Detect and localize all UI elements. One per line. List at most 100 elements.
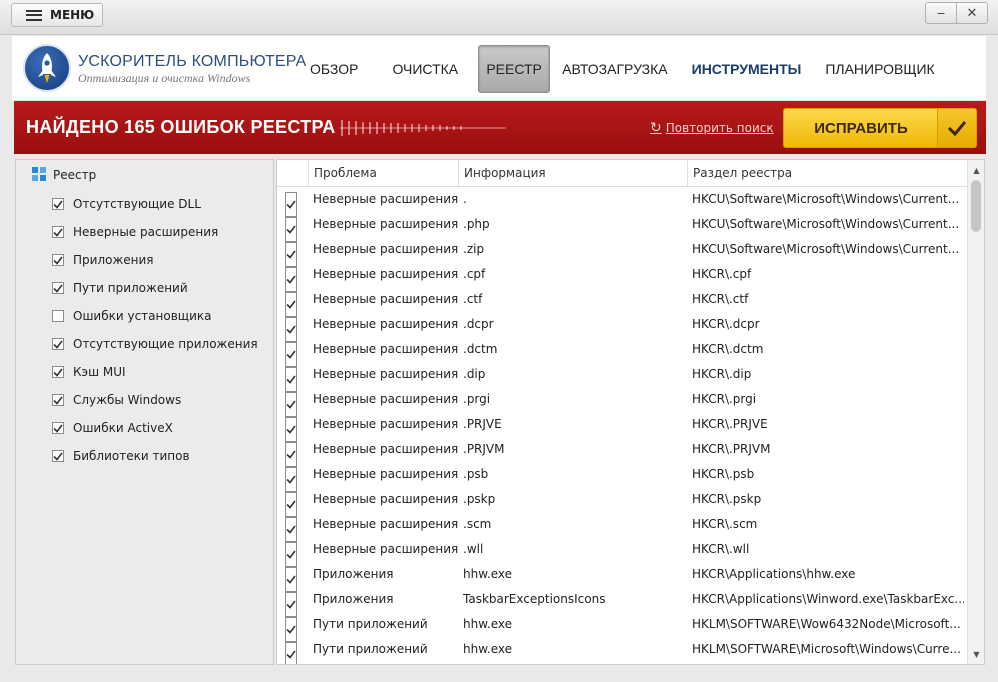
category-label: Кэш MUI: [73, 365, 126, 379]
table-row[interactable]: Неверные расширения .dctm HKCR\.dctm: [277, 336, 967, 367]
fix-button[interactable]: ИСПРАВИТЬ: [783, 108, 977, 148]
cell-registry-key: HKLM\SOFTWARE\Microsoft\Windows\Curre...: [692, 641, 961, 656]
table-row[interactable]: Неверные расширения .pskp HKCR\.pskp: [277, 486, 967, 517]
checkbox-unchecked[interactable]: [52, 310, 64, 322]
cell-problem: Приложения: [313, 591, 394, 606]
tree-root-registry[interactable]: Реестр: [32, 167, 96, 182]
category-item[interactable]: Кэш MUI: [52, 358, 258, 386]
table-row[interactable]: Приложения hhw.exe HKCR\Applications\hhw.e…: [277, 561, 967, 592]
table-row[interactable]: Приложения TaskbarExceptionsIcons HKCR\App…: [277, 586, 967, 617]
table-row[interactable]: Пути приложений hhw.exe HKLM\SOFTWARE\Micr…: [277, 636, 967, 664]
close-button[interactable]: ✕: [956, 3, 987, 23]
column-checkbox-header: [277, 160, 308, 186]
cell-registry-key: HKCU\Software\Microsoft\Windows\Current.…: [692, 241, 960, 256]
category-item[interactable]: Службы Windows: [52, 386, 258, 414]
category-label: Ошибки установщика: [73, 309, 212, 323]
category-label: Отсутствующие DLL: [73, 197, 201, 211]
checkbox-checked[interactable]: [52, 366, 64, 378]
table-row[interactable]: Неверные расширения .prgi HKCR\.prgi: [277, 386, 967, 417]
cell-info: .PRJVE: [463, 416, 502, 431]
category-item[interactable]: Отсутствующие приложения: [52, 330, 258, 358]
checkbox-checked[interactable]: [52, 422, 64, 434]
cell-info: .php: [463, 216, 490, 231]
table-row[interactable]: Неверные расширения .scm HKCR\.scm: [277, 511, 967, 542]
tab-registry[interactable]: РЕЕСТР: [478, 45, 551, 93]
table-row[interactable]: Неверные расширения .php HKCU\Software\Mic…: [277, 211, 967, 242]
table-row[interactable]: Неверные расширения .PRJVE HKCR\.PRJVE: [277, 411, 967, 442]
retry-scan-link[interactable]: ↻ Повторить поиск: [650, 120, 774, 136]
app-header: УСКОРИТЕЛЬ КОМПЬЮТЕРА Оптимизация и очис…: [12, 36, 986, 100]
table-header: Проблема Информация Раздел реестра: [277, 160, 967, 187]
checkbox-checked[interactable]: [52, 254, 64, 266]
column-header-problem[interactable]: Проблема: [308, 160, 458, 186]
cell-info: .dcpr: [463, 316, 494, 331]
cell-problem: Неверные расширения: [313, 466, 458, 481]
table-scrollbar[interactable]: ▲ ▼: [967, 160, 984, 664]
category-item[interactable]: Пути приложений: [52, 274, 258, 302]
cell-problem: Неверные расширения: [313, 291, 458, 306]
category-list: Отсутствующие DLL Неверные расширения Прил…: [52, 190, 258, 470]
cell-problem: Неверные расширения: [313, 516, 458, 531]
category-item[interactable]: Ошибки установщика: [52, 302, 258, 330]
table-row[interactable]: Неверные расширения .cpf HKCR\.cpf: [277, 261, 967, 292]
cell-registry-key: HKCR\.scm: [692, 516, 758, 531]
scroll-down-arrow-icon[interactable]: ▼: [968, 646, 984, 662]
minimize-button[interactable]: ‒: [926, 3, 956, 23]
category-label: Отсутствующие приложения: [73, 337, 258, 351]
category-item[interactable]: Приложения: [52, 246, 258, 274]
table-row[interactable]: Неверные расширения .dip HKCR\.dip: [277, 361, 967, 392]
column-header-info[interactable]: Информация: [458, 160, 687, 186]
tab-cleanup[interactable]: ОЧИСТКА: [380, 45, 470, 93]
cell-registry-key: HKCR\.prgi: [692, 391, 757, 406]
cell-info: .pskp: [463, 491, 496, 506]
tab-overview[interactable]: ОБЗОР: [298, 45, 370, 93]
row-checkbox-checked[interactable]: [285, 642, 297, 664]
errors-found-title: НАЙДЕНО 165 ОШИБОК РЕЕСТРА: [26, 117, 336, 137]
scroll-up-arrow-icon[interactable]: ▲: [968, 162, 984, 178]
table-row[interactable]: Неверные расширения .psb HKCR\.psb: [277, 461, 967, 492]
cell-registry-key: HKCR\.PRJVE: [692, 416, 768, 431]
cell-registry-key: HKCR\.wll: [692, 541, 750, 556]
tab-autostart[interactable]: АВТОЗАГРУЗКА: [550, 45, 680, 93]
category-item[interactable]: Отсутствующие DLL: [52, 190, 258, 218]
cell-problem: Приложения: [313, 566, 394, 581]
table-row[interactable]: Неверные расширения .zip HKCU\Software\Mic…: [277, 236, 967, 267]
tab-scheduler[interactable]: ПЛАНИРОВЩИК: [813, 45, 946, 93]
checkbox-checked[interactable]: [52, 394, 64, 406]
cell-problem: Неверные расширения: [313, 416, 458, 431]
cell-info: .zip: [463, 241, 485, 256]
cell-problem: Пути приложений: [313, 616, 428, 631]
main-nav: ОБЗОР ОЧИСТКА РЕЕСТР АВТОЗАГРУЗКА ИНСТРУ…: [298, 44, 947, 94]
checkbox-checked[interactable]: [52, 282, 64, 294]
table-row[interactable]: Неверные расширения. HKCU\Software\Micros…: [277, 186, 967, 217]
scrollbar-thumb[interactable]: [971, 180, 981, 232]
refresh-icon: ↻: [650, 120, 662, 136]
cell-info: .psb: [463, 466, 489, 481]
table-row[interactable]: Неверные расширения .PRJVM HKCR\.PRJVM: [277, 436, 967, 467]
category-panel: Реестр Отсутствующие DLL Неверные расшире…: [15, 159, 274, 665]
table-row[interactable]: Неверные расширения .dcpr HKCR\.dcpr: [277, 311, 967, 342]
cell-problem: Пути приложений: [313, 641, 428, 656]
checkbox-checked[interactable]: [52, 198, 64, 210]
checkbox-checked[interactable]: [52, 226, 64, 238]
cell-info: .scm: [463, 516, 492, 531]
checkbox-checked[interactable]: [52, 338, 64, 350]
tab-tools[interactable]: ИНСТРУМЕНТЫ: [680, 45, 814, 93]
cell-info: .prgi: [463, 391, 491, 406]
table-row[interactable]: Пути приложений hhw.exe HKLM\SOFTWARE\Wow6…: [277, 611, 967, 642]
category-item[interactable]: Ошибки ActiveX: [52, 414, 258, 442]
cell-problem: Неверные расширения: [313, 341, 458, 356]
column-header-registry-key[interactable]: Раздел реестра: [687, 160, 967, 186]
category-label: Ошибки ActiveX: [73, 421, 173, 435]
checkbox-checked[interactable]: [52, 450, 64, 462]
window-controls: ‒ ✕: [925, 2, 988, 24]
menu-button[interactable]: МЕНЮ: [11, 3, 103, 27]
table-row[interactable]: Неверные расширения .wll HKCR\.wll: [277, 536, 967, 567]
tree-root-label: Реестр: [53, 167, 97, 182]
table-row[interactable]: Неверные расширения .ctf HKCR\.ctf: [277, 286, 967, 317]
cell-info: hhw.exe: [463, 641, 513, 656]
category-item[interactable]: Неверные расширения: [52, 218, 258, 246]
category-item[interactable]: Библиотеки типов: [52, 442, 258, 470]
cell-problem: Неверные расширения: [313, 391, 458, 406]
cell-info: .cpf: [463, 266, 486, 281]
